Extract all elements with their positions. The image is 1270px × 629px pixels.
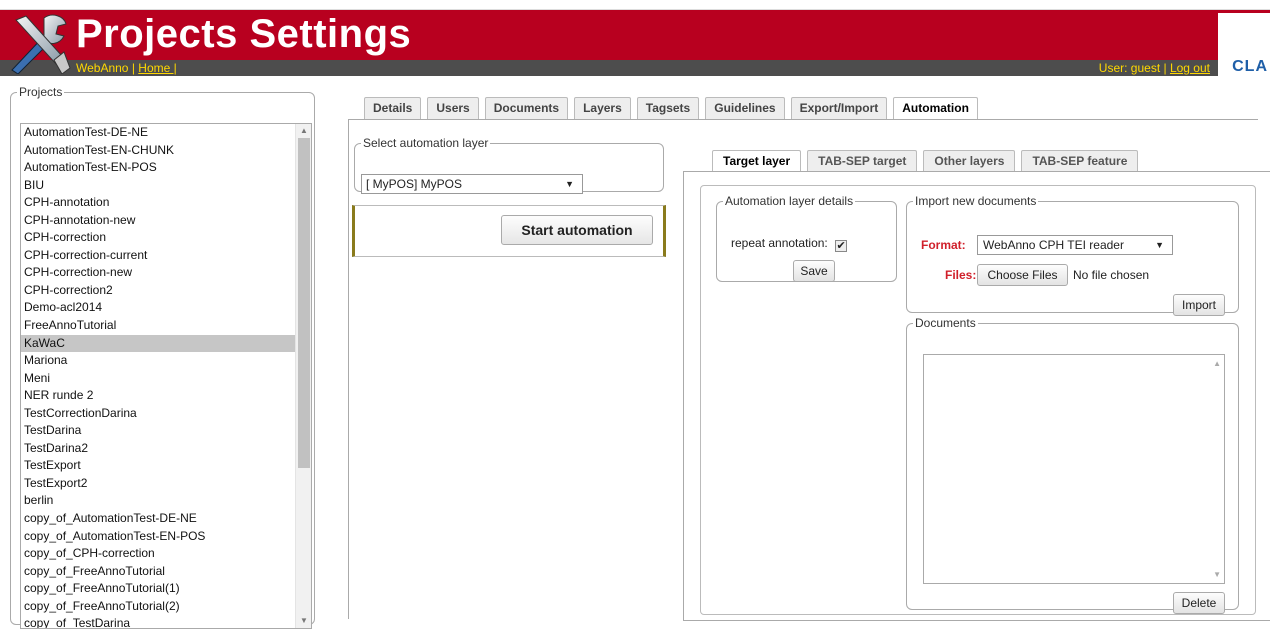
panel-left-border xyxy=(348,119,349,619)
scroll-up-icon[interactable]: ▲ xyxy=(296,124,311,138)
project-list-item[interactable]: FreeAnnoTutorial xyxy=(21,317,296,335)
scroll-down-icon[interactable]: ▼ xyxy=(296,614,311,628)
scroll-down-icon[interactable]: ▼ xyxy=(1213,570,1221,579)
breadcrumb-app: WebAnno xyxy=(76,61,129,75)
import-button[interactable]: Import xyxy=(1173,294,1225,316)
project-list-item[interactable]: copy_of_AutomationTest-EN-POS xyxy=(21,528,296,546)
tab-tagsets[interactable]: Tagsets xyxy=(636,97,700,119)
tab-layers[interactable]: Layers xyxy=(574,97,631,119)
project-list-item[interactable]: berlin xyxy=(21,492,296,510)
select-layer-legend: Select automation layer xyxy=(363,136,489,150)
project-list-item[interactable]: CPH-correction-current xyxy=(21,247,296,265)
scrollbar-thumb[interactable] xyxy=(298,138,310,468)
format-select[interactable]: WebAnno CPH TEI reader ▼ xyxy=(977,235,1173,255)
start-automation-panel: Start automation xyxy=(352,205,666,257)
project-list-item[interactable]: CPH-correction xyxy=(21,229,296,247)
choose-files-button[interactable]: Choose Files xyxy=(977,264,1068,286)
tab-guidelines[interactable]: Guidelines xyxy=(705,97,785,119)
dropdown-caret-icon: ▼ xyxy=(565,179,574,189)
format-label: Format: xyxy=(921,238,966,252)
project-list-item[interactable]: TestDarina2 xyxy=(21,440,296,458)
project-list-item[interactable]: copy_of_FreeAnnoTutorial(1) xyxy=(21,580,296,598)
project-list-item[interactable]: TestDarina xyxy=(21,422,296,440)
automation-layer-select[interactable]: [ MyPOS] MyPOS ▼ xyxy=(361,174,583,194)
automation-subtabs: Target layer TAB-SEP target Other layers TA… xyxy=(712,150,1139,172)
breadcrumb-separator: | xyxy=(128,61,139,75)
projects-panel: Projects AutomationTest-DE-NE AutomationT… xyxy=(10,85,315,629)
repeat-annotation-row: repeat annotation: ✔ xyxy=(731,236,848,252)
user-info: User: guest | Log out xyxy=(1099,61,1210,75)
project-list-item[interactable]: Demo-acl2014 xyxy=(21,299,296,317)
project-list-item[interactable]: AutomationTest-EN-CHUNK xyxy=(21,142,296,160)
subtab-tab-sep-target[interactable]: TAB-SEP target xyxy=(807,150,918,171)
project-list-item[interactable]: copy_of_FreeAnnoTutorial(2) xyxy=(21,598,296,616)
browser-top-strip xyxy=(0,0,1270,10)
breadcrumb: WebAnno | Home | xyxy=(76,61,177,75)
automation-layer-details-panel: Automation layer details repeat annotati… xyxy=(716,194,897,282)
home-link[interactable]: Home | xyxy=(138,61,176,75)
save-button[interactable]: Save xyxy=(793,260,835,282)
layer-details-legend: Automation layer details xyxy=(725,194,854,208)
subtab-tab-sep-feature[interactable]: TAB-SEP feature xyxy=(1021,150,1139,171)
repeat-annotation-checkbox[interactable]: ✔ xyxy=(835,240,848,252)
start-automation-button[interactable]: Start automation xyxy=(501,215,653,245)
projects-list: AutomationTest-DE-NE AutomationTest-EN-CH… xyxy=(21,124,296,628)
project-list-item[interactable]: CPH-annotation-new xyxy=(21,212,296,230)
logout-link[interactable]: Log out xyxy=(1170,61,1210,75)
project-list-item[interactable]: TestExport2 xyxy=(21,475,296,493)
projects-listbox[interactable]: AutomationTest-DE-NE AutomationTest-EN-CH… xyxy=(20,123,312,629)
subtab-target-layer[interactable]: Target layer xyxy=(712,150,802,172)
project-list-item[interactable]: TestCorrectionDarina xyxy=(21,405,296,423)
files-label: Files: xyxy=(945,268,977,282)
subtab-other-layers[interactable]: Other layers xyxy=(923,150,1016,171)
projects-legend: Projects xyxy=(19,85,63,99)
import-documents-panel: Import new documents Format: WebAnno CPH… xyxy=(906,194,1239,316)
header-trim xyxy=(1218,10,1270,13)
project-list-item[interactable]: AutomationTest-DE-NE xyxy=(21,124,296,142)
select-automation-layer-panel: Select automation layer [ MyPOS] MyPOS ▼ xyxy=(354,136,664,194)
project-list-item[interactable]: KaWaC xyxy=(21,334,296,353)
project-list-item[interactable]: copy_of_CPH-correction xyxy=(21,545,296,563)
project-list-item[interactable]: CPH-annotation xyxy=(21,194,296,212)
dropdown-caret-icon: ▼ xyxy=(1155,240,1164,250)
tab-users[interactable]: Users xyxy=(427,97,479,119)
scroll-up-icon[interactable]: ▲ xyxy=(1213,359,1221,368)
header-subbar xyxy=(0,60,1270,76)
header-right-area xyxy=(1218,10,1270,60)
project-list-item[interactable]: copy_of_FreeAnnoTutorial xyxy=(21,563,296,581)
project-list-item[interactable]: BIU xyxy=(21,177,296,195)
documents-legend: Documents xyxy=(915,316,976,330)
automation-layer-value: [ MyPOS] MyPOS xyxy=(366,177,463,191)
documents-panel: Documents ▲ ▼ Delete xyxy=(906,316,1239,614)
project-list-item[interactable]: CPH-correction-new xyxy=(21,264,296,282)
tab-documents[interactable]: Documents xyxy=(484,97,569,119)
no-file-text: No file chosen xyxy=(1073,268,1150,282)
format-value: WebAnno CPH TEI reader xyxy=(983,238,1124,252)
project-list-item[interactable]: AutomationTest-EN-POS xyxy=(21,159,296,177)
tab-details[interactable]: Details xyxy=(364,97,422,119)
delete-button[interactable]: Delete xyxy=(1173,592,1225,614)
projects-scrollbar[interactable]: ▲ ▼ xyxy=(295,124,311,628)
tab-automation[interactable]: Automation xyxy=(893,97,978,120)
project-list-item[interactable]: TestExport xyxy=(21,457,296,475)
project-list-item[interactable]: copy_of_TestDarina xyxy=(21,615,296,628)
tools-logo-icon xyxy=(11,14,71,74)
import-legend: Import new documents xyxy=(915,194,1037,208)
project-list-item[interactable]: CPH-correction2 xyxy=(21,282,296,300)
user-label: User: guest | xyxy=(1098,61,1170,75)
settings-tabs: Details Users Documents Layers Tagsets Guidel… xyxy=(364,97,978,120)
project-list-item[interactable]: NER runde 2 xyxy=(21,387,296,405)
tab-divider xyxy=(348,119,1258,120)
brand-logo-text: CLA xyxy=(1232,58,1268,75)
documents-scrollbar[interactable]: ▲ ▼ xyxy=(1208,355,1224,583)
project-list-item[interactable]: Mariona xyxy=(21,352,296,370)
project-list-item[interactable]: Meni xyxy=(21,370,296,388)
repeat-annotation-label: repeat annotation: xyxy=(731,236,828,250)
documents-listbox[interactable]: ▲ ▼ xyxy=(923,354,1225,584)
page-title: Projects Settings xyxy=(76,12,412,56)
tab-export-import[interactable]: Export/Import xyxy=(790,97,888,119)
project-list-item[interactable]: copy_of_AutomationTest-DE-NE xyxy=(21,510,296,528)
